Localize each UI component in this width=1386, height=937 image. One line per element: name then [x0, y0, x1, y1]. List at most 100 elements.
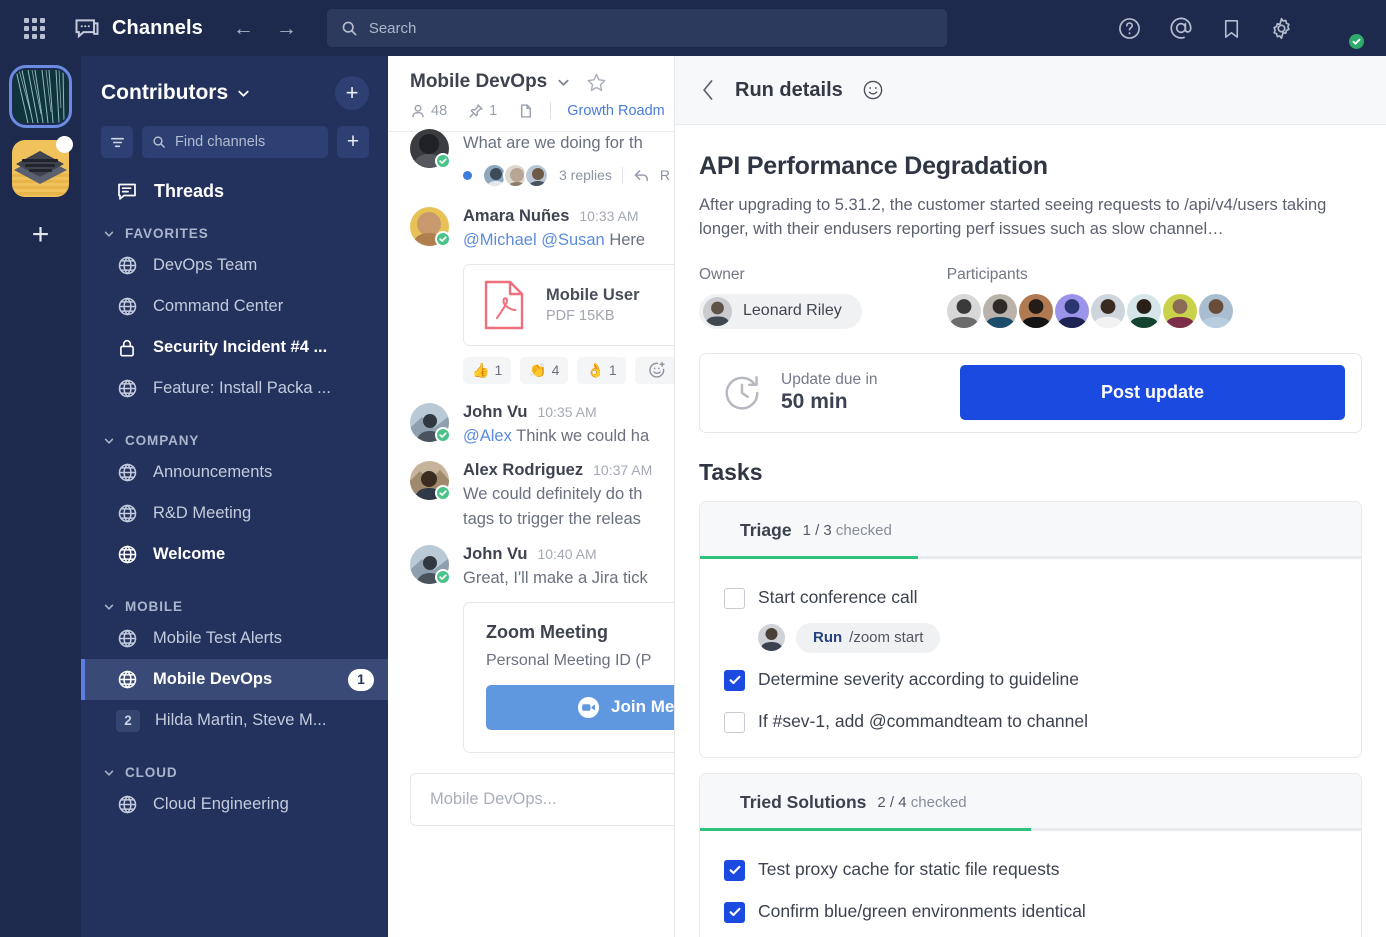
back-arrow-icon[interactable]: ←: [233, 18, 254, 39]
sidebar-item-threads[interactable]: Threads: [81, 158, 388, 202]
reaction-clap[interactable]: 👏 4: [520, 357, 568, 384]
checklist-item[interactable]: Determine severity according to guidelin…: [700, 659, 1361, 701]
avatar[interactable]: [410, 545, 449, 584]
checklist-item[interactable]: If #sev-1, add @commandteam to channel: [700, 701, 1361, 743]
message-author[interactable]: Amara Nuñes: [463, 207, 569, 226]
team-name: Contributors: [101, 81, 228, 105]
sidebar-item-mobile-devops[interactable]: Mobile DevOps1: [81, 659, 388, 700]
sidebar-item-security-incident-4[interactable]: Security Incident #4 ...: [81, 327, 388, 368]
mention-alex[interactable]: @Alex: [463, 427, 512, 445]
sidebar-group-company[interactable]: COMPANY: [81, 409, 388, 452]
sidebar-group-favorites[interactable]: FAVORITES: [81, 202, 388, 245]
reply-arrow-icon[interactable]: [633, 167, 650, 184]
checklist-item-label: If #sev-1, add @commandteam to channel: [758, 711, 1088, 733]
checklist-item[interactable]: Test proxy cache for static file request…: [700, 849, 1361, 891]
smiley-icon[interactable]: [862, 79, 884, 101]
checklist-checkbox[interactable]: [724, 712, 745, 733]
participant-avatar[interactable]: [1127, 294, 1161, 328]
checklist-items: Test proxy cache for static file request…: [700, 831, 1361, 937]
sidebar-item-cloud-engineering[interactable]: Cloud Engineering: [81, 784, 388, 825]
post-update-button[interactable]: Post update: [960, 365, 1345, 420]
message-author[interactable]: John Vu: [463, 545, 527, 564]
sidebar-group-cloud[interactable]: CLOUD: [81, 741, 388, 784]
reaction-emoji: 👌: [586, 362, 603, 379]
checklist-checked-suffix: checked: [911, 794, 967, 811]
reaction-count: 4: [552, 362, 560, 378]
checklist-item[interactable]: Confirm blue/green environments identica…: [700, 891, 1361, 933]
browse-channels-button[interactable]: +: [337, 126, 369, 158]
avatar[interactable]: [410, 129, 449, 168]
sidebar-item-devops-team[interactable]: DevOps Team: [81, 245, 388, 286]
workspace-unread-dot: [56, 136, 73, 153]
participant-avatar[interactable]: [1199, 294, 1233, 328]
thread-reply-label[interactable]: R: [660, 167, 670, 183]
checklist-card: Triage1 / 3 checked Start conference call…: [699, 501, 1362, 758]
participant-avatar[interactable]: [1091, 294, 1125, 328]
mentions-icon[interactable]: [1168, 15, 1194, 41]
avatar[interactable]: [410, 403, 449, 442]
chevron-down-icon: [103, 435, 115, 447]
sidebar-group-mobile[interactable]: MOBILE: [81, 575, 388, 618]
workspace-second[interactable]: [12, 140, 69, 197]
checklist-checkbox[interactable]: [724, 670, 745, 691]
apps-grid-icon[interactable]: [24, 18, 45, 39]
avatar[interactable]: [410, 461, 449, 500]
run-command-chip[interactable]: Run/zoom start: [796, 623, 940, 653]
mention-michael[interactable]: @Michael: [463, 231, 537, 249]
owner-name: Leonard Riley: [743, 302, 842, 320]
sidebar-item-hilda-martin-steve-m[interactable]: 2Hilda Martin, Steve M...: [81, 700, 388, 741]
reaction-thumbsup[interactable]: 👍 1: [463, 357, 511, 384]
reaction-ok-hand[interactable]: 👌 1: [577, 357, 625, 384]
owner-chip[interactable]: Leonard Riley: [699, 294, 862, 329]
user-avatar[interactable]: [1320, 6, 1364, 50]
participant-avatar[interactable]: [947, 294, 981, 328]
sidebar-item-r-d-meeting[interactable]: R&D Meeting: [81, 493, 388, 534]
thread-reply-count[interactable]: 3 replies: [559, 167, 612, 183]
add-workspace-button[interactable]: +: [12, 213, 69, 257]
star-icon[interactable]: [586, 72, 607, 93]
thread-unread-dot: [463, 171, 472, 180]
participant-avatar[interactable]: [983, 294, 1017, 328]
new-item-button[interactable]: +: [335, 76, 369, 110]
brand-button[interactable]: Channels: [73, 14, 203, 42]
avatar[interactable]: [410, 207, 449, 246]
checklist-checkbox[interactable]: [724, 860, 745, 881]
team-switcher[interactable]: Contributors: [101, 81, 251, 105]
sidebar-item-mobile-test-alerts[interactable]: Mobile Test Alerts: [81, 618, 388, 659]
file-icon[interactable]: [518, 103, 534, 119]
workspace-active[interactable]: [9, 65, 72, 128]
members-count[interactable]: 48: [410, 103, 447, 119]
mention-susan[interactable]: @Susan: [541, 231, 605, 249]
run-description: After upgrading to 5.31.2, the customer …: [699, 193, 1359, 242]
filter-icon[interactable]: [101, 126, 133, 158]
chevron-down-icon[interactable]: [556, 75, 571, 90]
checklist-item[interactable]: Start conference call: [700, 577, 1361, 619]
app-window: Channels ← → Search: [0, 0, 1386, 937]
find-channels-input[interactable]: Find channels: [142, 126, 328, 158]
add-reaction-icon[interactable]: [635, 357, 680, 384]
participant-avatar[interactable]: [1163, 294, 1197, 328]
checklist-checkbox[interactable]: [724, 902, 745, 923]
channel-name[interactable]: Mobile DevOps: [410, 71, 547, 93]
forward-arrow-icon[interactable]: →: [276, 18, 297, 39]
globe-icon: [116, 462, 138, 483]
channel-header-link[interactable]: Growth Roadm: [567, 103, 665, 119]
participant-avatar[interactable]: [1019, 294, 1053, 328]
sidebar-item-command-center[interactable]: Command Center: [81, 286, 388, 327]
global-search-input[interactable]: Search: [327, 9, 947, 47]
message-author[interactable]: Alex Rodriguez: [463, 461, 583, 480]
sidebar-item-announcements[interactable]: Announcements: [81, 452, 388, 493]
reaction-count: 1: [494, 362, 502, 378]
saved-bookmark-icon[interactable]: [1220, 17, 1243, 40]
checklist-checkbox[interactable]: [724, 588, 745, 609]
sidebar-item-feature-install-packa[interactable]: Feature: Install Packa ...: [81, 368, 388, 409]
sidebar-item-welcome[interactable]: Welcome: [81, 534, 388, 575]
settings-gear-icon[interactable]: [1269, 16, 1294, 41]
participant-avatar[interactable]: [1055, 294, 1089, 328]
chevron-left-icon[interactable]: [699, 78, 718, 102]
checklist-header[interactable]: Tried Solutions2 / 4 checked: [700, 774, 1361, 831]
checklist-header[interactable]: Triage1 / 3 checked: [700, 502, 1361, 559]
pinned-count[interactable]: 1: [468, 103, 497, 119]
help-icon[interactable]: [1117, 16, 1142, 41]
message-author[interactable]: John Vu: [463, 403, 527, 422]
